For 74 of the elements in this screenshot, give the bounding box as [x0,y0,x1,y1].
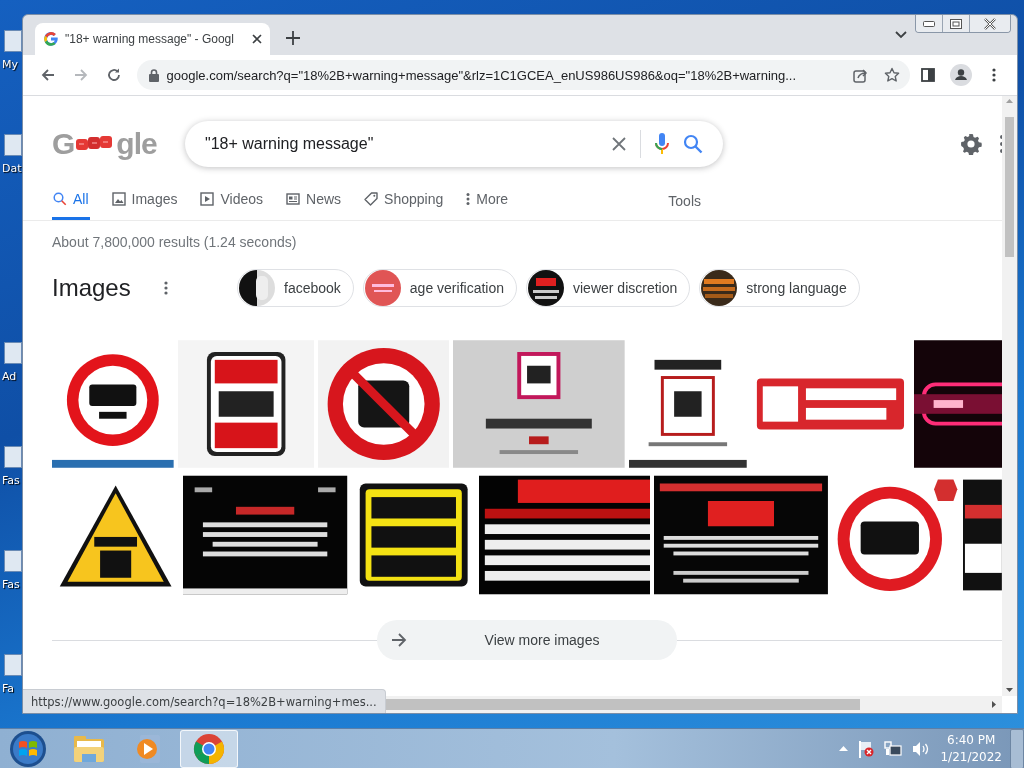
desktop-icon[interactable] [4,30,22,52]
search-tab[interactable]: News [285,184,343,220]
search-field[interactable]: "18+ warning message" [185,121,723,167]
desktop-icon[interactable] [4,550,22,572]
settings-icon[interactable] [960,133,982,155]
address-bar[interactable]: google.com/search?q="18%2B+warning+message"&rlz=1C1GCEA_enUS986US986&oq="18%2B+warning... [136,60,910,90]
scrollbar-thumb[interactable] [1005,117,1014,257]
related-search-chip[interactable]: facebook [237,269,354,307]
desktop-icon[interactable] [4,654,22,676]
profile-icon [950,64,973,86]
search-icon [53,191,67,206]
tag-icon [364,191,379,206]
view-more-button[interactable]: View more images [377,620,677,660]
clear-icon[interactable] [612,137,626,151]
more-options-icon[interactable] [164,281,168,295]
speaker-icon[interactable] [912,740,931,757]
search-tab[interactable]: All [52,184,90,220]
microphone-icon[interactable] [655,133,669,155]
chrome-icon [193,732,225,765]
menu-icon [992,68,997,82]
close-button[interactable] [969,15,1010,32]
tools-tab[interactable]: Tools [662,184,707,220]
desktop-icon-label[interactable]: Ad [2,370,17,383]
search-tab[interactable]: Shopping [363,184,445,220]
image-icon [111,191,126,206]
tab-title: "18+ warning message" - Googl [65,32,235,46]
desktop-icon[interactable] [4,342,22,364]
folder-icon [73,734,105,763]
star-icon[interactable] [883,67,900,83]
search-tab[interactable]: More [465,184,510,220]
arrow-right-icon [391,633,407,647]
maximize-icon [950,18,962,29]
address-url: google.com/search?q="18%2B+warning+message"&rlz=1C1GCEA_enUS986US986&oq="18%2B+warning... [166,67,798,83]
desktop-icon-label[interactable]: Dat [2,162,22,175]
side-panel-icon [921,68,936,82]
desktop-icon-label[interactable]: My [2,58,18,71]
more-icon [466,191,471,206]
vertical-scrollbar[interactable] [1002,96,1017,696]
desktop-icon[interactable] [4,446,22,468]
minimize-button[interactable] [916,15,942,32]
search-tab[interactable]: Images [110,184,179,220]
related-search-chip[interactable]: viewer discretion [526,269,691,307]
search-tab[interactable]: Videos [199,184,265,220]
play-icon [200,191,215,206]
search-icon[interactable] [683,134,703,154]
close-icon [983,17,997,30]
result-stats: About 7,800,000 results (1.24 seconds) [51,233,298,250]
windows-logo-icon [9,729,47,768]
scroll-down-icon[interactable] [1006,688,1013,692]
maximize-button[interactable] [942,15,969,32]
desktop-icon[interactable] [4,134,22,156]
google-icon [43,31,59,47]
share-icon[interactable] [852,67,868,83]
flag-icon[interactable] [858,739,875,758]
status-tooltip: https://www.google.com/search?q=18%2B+warning+mes... [23,689,386,713]
scroll-right-icon[interactable] [992,701,996,708]
desktop-icon-label[interactable]: Fas [2,474,20,487]
lock-icon [148,68,159,82]
related-search-chip[interactable]: age verification [362,269,517,307]
forward-arrow-icon [72,67,89,83]
newspaper-icon [286,191,301,206]
minimize-icon [923,20,935,27]
chevron-down-icon[interactable] [895,31,907,39]
reload-icon [105,67,122,83]
close-icon[interactable] [252,34,262,44]
desktop-icon-label[interactable]: Fa [2,682,15,695]
related-search-chip[interactable]: strong language [699,269,860,307]
network-icon[interactable] [884,740,903,757]
images-heading: Images [52,274,132,302]
back-arrow-icon [39,67,56,83]
taskbar-app[interactable] [180,729,238,768]
desktop-icon-label[interactable]: Fas [2,578,20,591]
browser-tab[interactable]: "18+ warning message" - Googl [35,23,270,55]
media-player-icon [135,733,163,764]
